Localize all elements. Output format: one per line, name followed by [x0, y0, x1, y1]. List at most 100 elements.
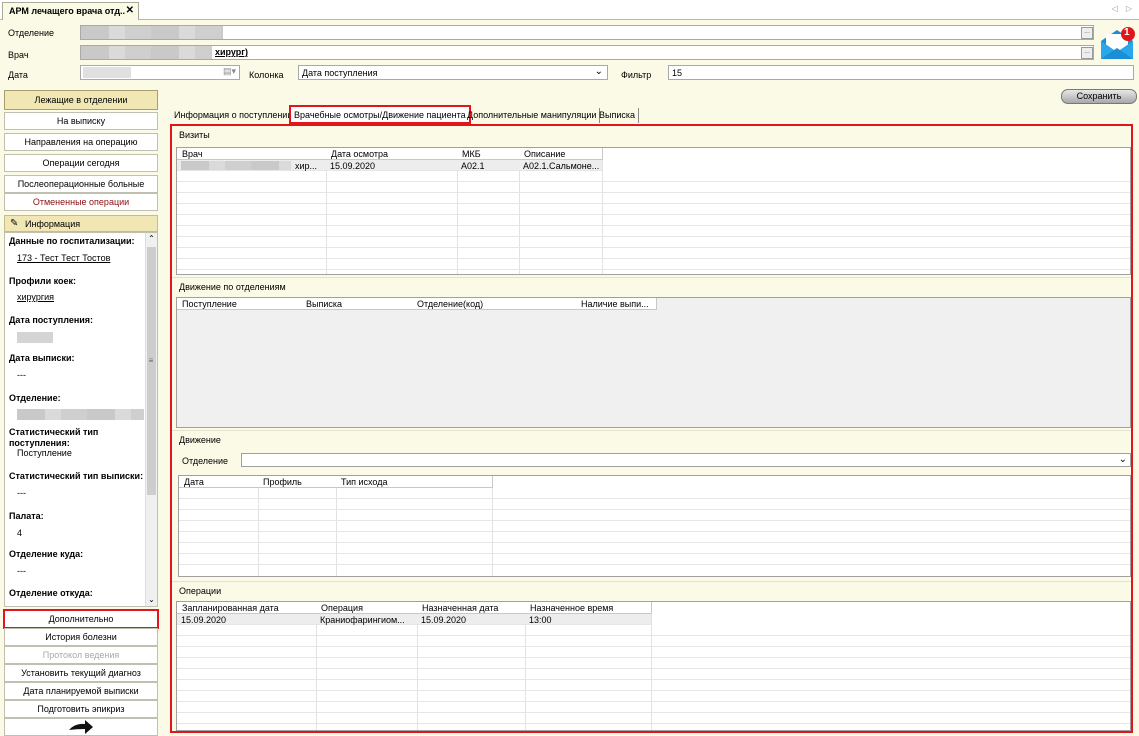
tab-additional-manipulations[interactable]: Дополнительные манипуляции [464, 108, 601, 123]
nav-additional[interactable]: Дополнительно [3, 609, 159, 629]
operations-col-planned-date[interactable]: Запланированная дата [177, 602, 317, 614]
redacted-date [83, 67, 131, 78]
next-button[interactable] [4, 718, 158, 736]
chevron-down-icon[interactable]: ⌄ [1119, 454, 1127, 465]
doctor-specialty: хирург) [215, 47, 249, 57]
column-select[interactable]: Дата поступления ⌄ [298, 65, 608, 80]
calendar-icon[interactable]: ▤▾ [223, 66, 236, 77]
nav-planned-discharge-date[interactable]: Дата планируемой выписки [4, 682, 158, 700]
movement-col-date[interactable]: Дата [179, 476, 259, 488]
save-button[interactable]: Сохранить [1061, 89, 1137, 104]
redacted-department [81, 26, 223, 39]
dept-to-label: Отделение куда: [9, 549, 84, 559]
department-label: Отделение [8, 28, 55, 38]
table-row[interactable]: хир... 15.09.2020 A02.1 A02.1.Сальмоне..… [177, 160, 602, 171]
bed-profile-value[interactable]: хирургия [17, 292, 54, 302]
mail-notification-icon[interactable] [1098, 24, 1136, 62]
visits-grid[interactable]: Врач Дата осмотра МКБ Описание хир... 15… [176, 147, 1131, 275]
dept-movement-section-title: Движение по отделениям [172, 277, 1131, 297]
info-panel-scrollbar[interactable]: ⌃ ≡ ⌄ [145, 233, 157, 606]
nav-postoperative-patients[interactable]: Послеоперационные больные [4, 175, 158, 193]
edit-note-icon: ✎ [10, 218, 19, 229]
arrow-right-icon [69, 720, 93, 734]
doctor-select-button[interactable]: ... [1081, 47, 1093, 59]
visits-section-title: Визиты [172, 126, 1131, 146]
visits-col-exam-date[interactable]: Дата осмотра [326, 148, 458, 160]
movement-dept-select[interactable]: ⌄ [241, 453, 1131, 467]
dept-from-label: Отделение откуда: [9, 588, 93, 598]
date-field[interactable]: ▤▾ [80, 65, 240, 80]
operations-col-operation[interactable]: Операция [316, 602, 418, 614]
nav-prepare-epicrisis[interactable]: Подготовить эпикриз [4, 700, 158, 718]
visits-col-description[interactable]: Описание [519, 148, 603, 160]
movement-grid[interactable]: Дата Профиль Тип исхода [178, 475, 1131, 577]
movement-dept-label: Отделение [182, 456, 229, 466]
operations-col-assigned-date[interactable]: Назначенная дата [417, 602, 526, 614]
tab-admission-info[interactable]: Информация о поступлении [171, 108, 297, 123]
ward-label: Палата: [9, 511, 44, 521]
stat-discharge-value: --- [17, 488, 26, 498]
redacted-admit-date [17, 332, 53, 343]
redacted-department-value [17, 409, 144, 420]
stat-admit-label-2: поступления: [9, 438, 70, 448]
ward-value: 4 [17, 528, 23, 538]
nav-medical-history[interactable]: История болезни [4, 628, 158, 646]
dept-movement-col-department[interactable]: Отделение(код) [412, 298, 577, 310]
info-panel: Данные по госпитализации: 173 - Тест Тес… [4, 232, 158, 607]
document-tab-title: АРМ лечащего врача отд.. [9, 6, 126, 16]
scroll-down-icon[interactable]: ⌄ [146, 595, 157, 604]
notification-count-badge: 1 [1124, 27, 1130, 38]
close-tab-icon[interactable]: ✕ [126, 5, 134, 16]
content-panel: Визиты Врач Дата осмотра МКБ Описание хи… [170, 124, 1133, 733]
redacted-visit-doctor [181, 161, 291, 170]
operations-col-assigned-time[interactable]: Назначенное время [525, 602, 652, 614]
movement-section-title: Движение [172, 430, 1131, 450]
dept-movement-grid[interactable]: Поступление Выписка Отделение(код) Налич… [176, 297, 1131, 428]
table-row[interactable]: 15.09.2020 Краниофарингиом... 15.09.2020… [177, 614, 651, 625]
chevron-down-icon[interactable]: ⌄ [595, 66, 603, 77]
redacted-doctor-name [81, 46, 212, 59]
operations-grid[interactable]: Запланированная дата Операция Назначенна… [176, 601, 1131, 731]
column-label: Колонка [249, 70, 284, 80]
department-info-label: Отделение: [9, 393, 61, 403]
operations-section-title: Операции [172, 581, 1131, 601]
nav-set-current-diagnosis[interactable]: Установить текущий диагноз [4, 664, 158, 682]
filter-input-value: 15 [672, 68, 683, 78]
discharge-date-value: --- [17, 370, 26, 380]
movement-col-profile[interactable]: Профиль [258, 476, 337, 488]
date-label: Дата [8, 70, 28, 80]
tab-discharge[interactable]: Выписка [596, 108, 640, 123]
tab-doctor-exams-movement[interactable]: Врачебные осмотры/Движение пациента [289, 105, 471, 124]
dept-movement-col-availability[interactable]: Наличие выпи... [576, 298, 657, 310]
document-tab-strip: АРМ лечащего врача отд.. ✕ ◁ ▷ [0, 0, 1139, 20]
filter-label: Фильтр [621, 70, 652, 80]
info-panel-title: Информация [25, 219, 81, 229]
nav-surgery-referrals[interactable]: Направления на операцию [4, 133, 158, 151]
dept-to-value: --- [17, 566, 26, 576]
document-tab[interactable]: АРМ лечащего врача отд.. ✕ [2, 2, 139, 20]
nav-for-discharge[interactable]: На выписку [4, 112, 158, 130]
visits-col-mkb[interactable]: МКБ [457, 148, 520, 160]
scroll-grip-icon: ≡ [148, 356, 154, 365]
stat-admit-label-1: Статистический тип [9, 427, 99, 437]
admit-date-label: Дата поступления: [9, 315, 94, 325]
scroll-thumb[interactable] [147, 247, 156, 495]
filter-input[interactable]: 15 [668, 65, 1134, 80]
doctor-label: Врач [8, 50, 29, 60]
doctor-field[interactable]: хирург) [80, 45, 1094, 60]
hosp-data-value[interactable]: 173 - Тест Тест Тостов [17, 253, 110, 263]
dept-movement-col-admission[interactable]: Поступление [177, 298, 302, 310]
department-select-button[interactable]: ... [1081, 27, 1093, 39]
department-field[interactable] [80, 25, 1094, 40]
movement-col-outcome[interactable]: Тип исхода [336, 476, 493, 488]
info-panel-header[interactable]: ✎ Информация [4, 215, 158, 232]
column-select-value: Дата поступления [302, 68, 378, 78]
dept-movement-col-discharge[interactable]: Выписка [301, 298, 413, 310]
nav-inpatients[interactable]: Лежащие в отделении [4, 90, 158, 110]
tab-scroll-arrows-icon[interactable]: ◁ ▷ [1111, 4, 1135, 13]
visits-col-doctor[interactable]: Врач [177, 148, 327, 160]
nav-cancelled-surgeries[interactable]: Отмененные операции [4, 193, 158, 211]
nav-surgeries-today[interactable]: Операции сегодня [4, 154, 158, 172]
scroll-up-icon[interactable]: ⌃ [146, 234, 157, 243]
bed-profile-label: Профили коек: [9, 276, 77, 286]
